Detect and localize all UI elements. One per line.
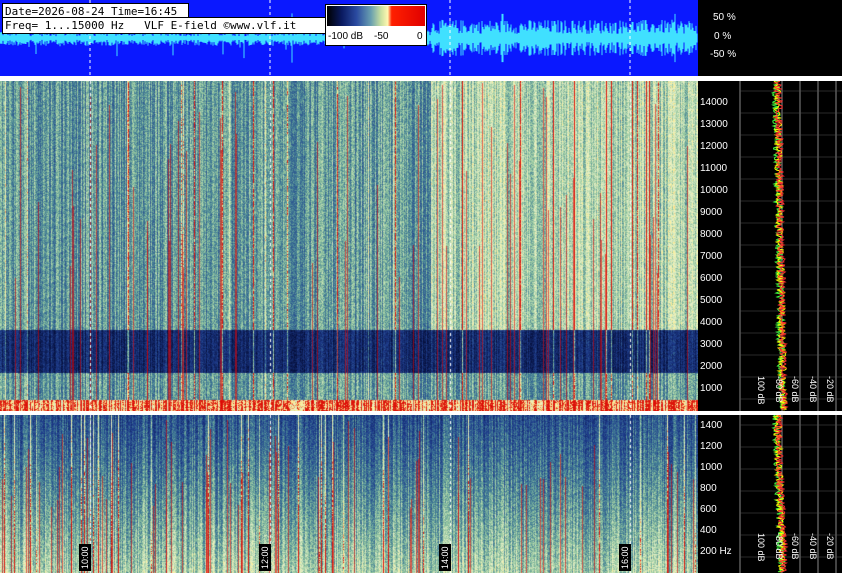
colorbar-label-mid: -50	[374, 31, 389, 42]
upper-db-tick-label: -40 dB	[808, 376, 818, 403]
amplitude-label-minus50: -50 %	[710, 49, 737, 60]
lower-db-tick-label: -60 dB	[790, 533, 800, 560]
upper-freq-tick-label: 8000	[700, 229, 723, 240]
amplitude-label-0: 0 %	[714, 31, 732, 42]
lower-freq-tick-label: 400	[700, 524, 717, 536]
colorbar-legend: -100 dB -50 0	[325, 4, 427, 46]
upper-freq-tick-label: 7000	[700, 251, 723, 262]
frequency-info-label: Freq= 1...15000 Hz VLF E-field ©www.vlf.…	[2, 17, 326, 34]
lower-freq-tick-label: 1400	[700, 419, 723, 431]
colorbar-gradient	[327, 6, 425, 26]
upper-freq-tick-label: 14000	[700, 97, 728, 108]
upper-freq-tick-label: 6000	[700, 273, 723, 284]
lower-db-tick-label: 100 dB	[756, 533, 766, 562]
upper-db-tick-label: -60 dB	[790, 376, 800, 403]
colorbar-label-max: 0	[417, 31, 423, 42]
upper-freq-tick-label: 12000	[700, 141, 728, 152]
spectrogram-upper	[0, 81, 698, 411]
upper-db-tick-label: -20 dB	[825, 376, 835, 403]
amplitude-label-50: 50 %	[713, 12, 736, 23]
upper-freq-tick-label: 13000	[700, 119, 728, 130]
upper-freq-tick-label: 9000	[700, 207, 723, 218]
lower-freq-tick-label: 1200	[700, 440, 723, 452]
upper-freq-tick-label: 10000	[700, 185, 728, 196]
upper-freq-tick-label: 5000	[700, 295, 723, 306]
time-label-1200: 12:00	[259, 544, 271, 571]
spectrogram-lower	[0, 415, 698, 573]
lower-db-tick-label: -20 dB	[825, 533, 835, 560]
lower-freq-tick-label: 600	[700, 503, 717, 515]
upper-freq-tick-label: 2000	[700, 361, 723, 372]
upper-freq-tick-label: 4000	[700, 317, 723, 328]
lower-freq-tick-label: 200 Hz	[700, 545, 732, 557]
lower-freq-tick-label: 1000	[700, 461, 723, 473]
upper-freq-tick-label: 1000	[700, 383, 723, 394]
upper-db-tick-label: 100 dB	[756, 376, 766, 405]
lower-db-tick-label: -40 dB	[808, 533, 818, 560]
lower-freq-tick-label: 800	[700, 482, 717, 494]
lower-db-tick-label: -80 dB	[774, 533, 784, 560]
upper-freq-tick-label: 3000	[700, 339, 723, 350]
upper-freq-tick-label: 11000	[700, 163, 728, 174]
time-label-1000: 10:00	[79, 544, 91, 571]
upper-db-tick-label: -80 dB	[774, 376, 784, 403]
colorbar-label-min: -100 dB	[328, 31, 364, 42]
time-label-1600: 16:00	[619, 544, 631, 571]
time-label-1400: 14:00	[439, 544, 451, 571]
